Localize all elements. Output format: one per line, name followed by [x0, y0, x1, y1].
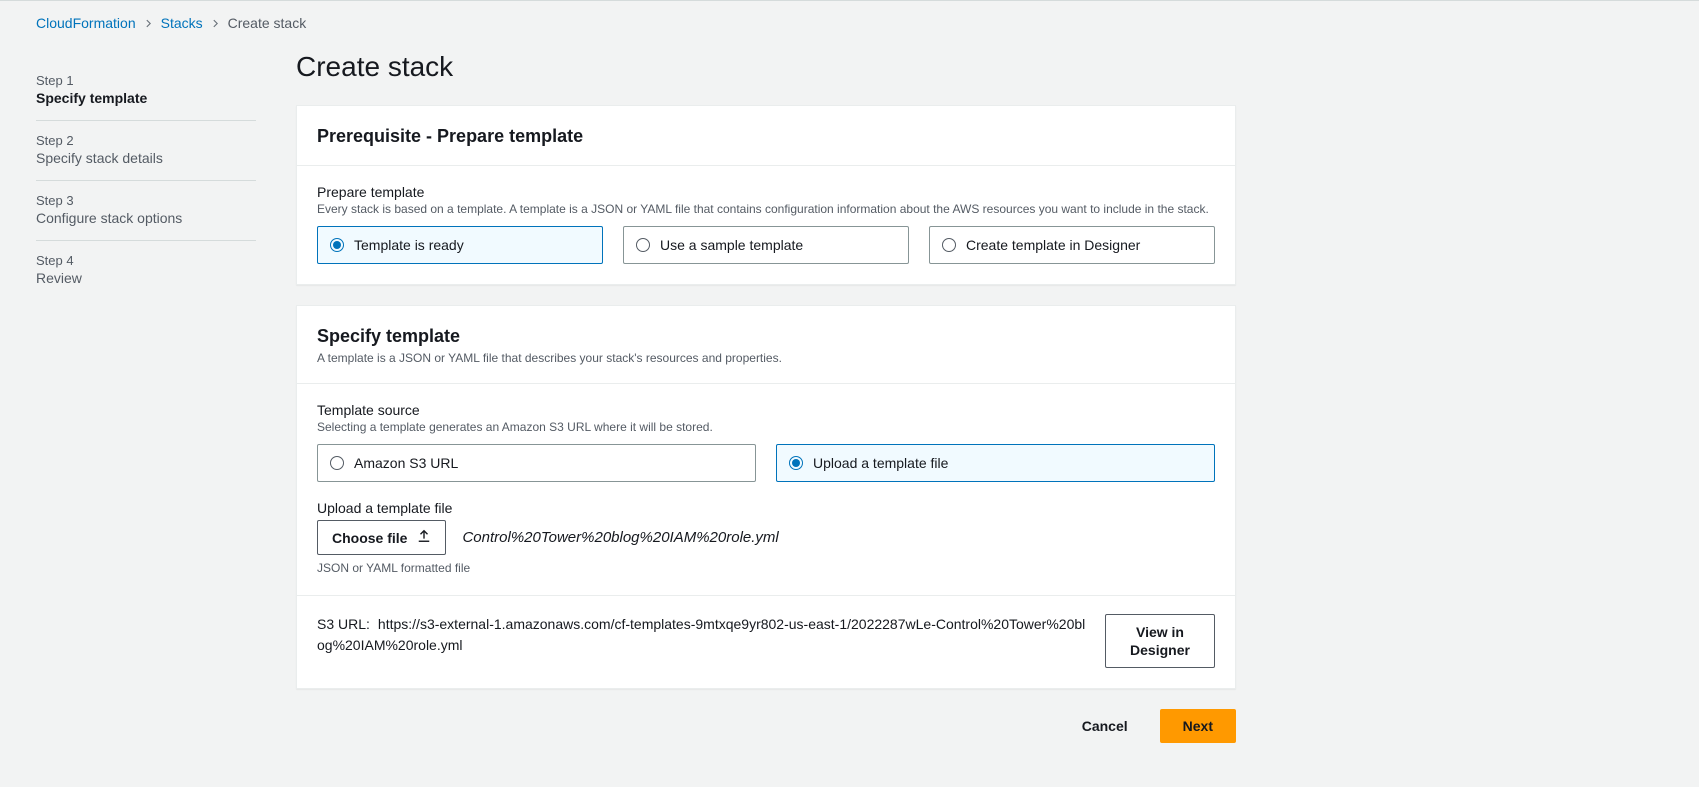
wizard-step-1[interactable]: Step 1 Specify template: [36, 61, 256, 121]
field-label-upload: Upload a template file: [317, 500, 1215, 516]
tile-template-ready[interactable]: Template is ready: [317, 226, 603, 264]
panel-title: Prerequisite - Prepare template: [317, 126, 1215, 147]
step-number: Step 4: [36, 253, 256, 268]
tile-label: Amazon S3 URL: [354, 455, 458, 471]
step-name: Review: [36, 270, 256, 286]
radio-icon: [330, 238, 344, 252]
radio-icon: [330, 456, 344, 470]
chevron-right-icon: [144, 15, 153, 31]
radio-icon: [789, 456, 803, 470]
choose-file-button[interactable]: Choose file: [317, 520, 446, 555]
breadcrumb-current: Create stack: [228, 15, 307, 31]
field-label-source: Template source: [317, 402, 1215, 418]
page-title: Create stack: [296, 51, 1236, 83]
s3-url-label: S3 URL:: [317, 616, 370, 632]
wizard-step-2[interactable]: Step 2 Specify stack details: [36, 121, 256, 181]
tile-label: Create template in Designer: [966, 237, 1140, 253]
step-name: Configure stack options: [36, 210, 256, 226]
tile-amazon-s3-url[interactable]: Amazon S3 URL: [317, 444, 756, 482]
form-actions: Cancel Next: [296, 709, 1236, 743]
tile-create-designer[interactable]: Create template in Designer: [929, 226, 1215, 264]
step-number: Step 3: [36, 193, 256, 208]
field-label-prepare: Prepare template: [317, 184, 1215, 200]
radio-icon: [942, 238, 956, 252]
panel-prerequisite: Prerequisite - Prepare template Prepare …: [296, 105, 1236, 285]
breadcrumb-link-cloudformation[interactable]: CloudFormation: [36, 15, 136, 31]
step-number: Step 2: [36, 133, 256, 148]
wizard-step-4[interactable]: Step 4 Review: [36, 241, 256, 300]
view-in-designer-button[interactable]: View in Designer: [1105, 614, 1215, 668]
wizard-step-3[interactable]: Step 3 Configure stack options: [36, 181, 256, 241]
breadcrumb-link-stacks[interactable]: Stacks: [161, 15, 203, 31]
step-name: Specify template: [36, 90, 256, 106]
field-help-source: Selecting a template generates an Amazon…: [317, 420, 1215, 434]
tile-label: Use a sample template: [660, 237, 803, 253]
panel-subtitle: A template is a JSON or YAML file that d…: [317, 351, 1215, 365]
next-button[interactable]: Next: [1160, 709, 1236, 743]
tile-label: Template is ready: [354, 237, 464, 253]
upload-hint: JSON or YAML formatted file: [317, 561, 1215, 575]
uploaded-filename: Control%20Tower%20blog%20IAM%20role.yml: [462, 529, 778, 546]
wizard-steps: Step 1 Specify template Step 2 Specify s…: [36, 43, 256, 743]
panel-specify-template: Specify template A template is a JSON or…: [296, 305, 1236, 689]
tile-label: Upload a template file: [813, 455, 948, 471]
radio-icon: [636, 238, 650, 252]
tile-upload-file[interactable]: Upload a template file: [776, 444, 1215, 482]
cancel-button[interactable]: Cancel: [1068, 709, 1142, 743]
panel-title: Specify template: [317, 326, 1215, 347]
field-help-prepare: Every stack is based on a template. A te…: [317, 202, 1215, 216]
step-number: Step 1: [36, 73, 256, 88]
upload-icon: [417, 529, 431, 546]
s3-url-value: https://s3-external-1.amazonaws.com/cf-t…: [317, 616, 1085, 653]
chevron-right-icon: [211, 15, 220, 31]
step-name: Specify stack details: [36, 150, 256, 166]
breadcrumb: CloudFormation Stacks Create stack: [0, 1, 1699, 43]
tile-use-sample[interactable]: Use a sample template: [623, 226, 909, 264]
choose-file-label: Choose file: [332, 530, 407, 546]
